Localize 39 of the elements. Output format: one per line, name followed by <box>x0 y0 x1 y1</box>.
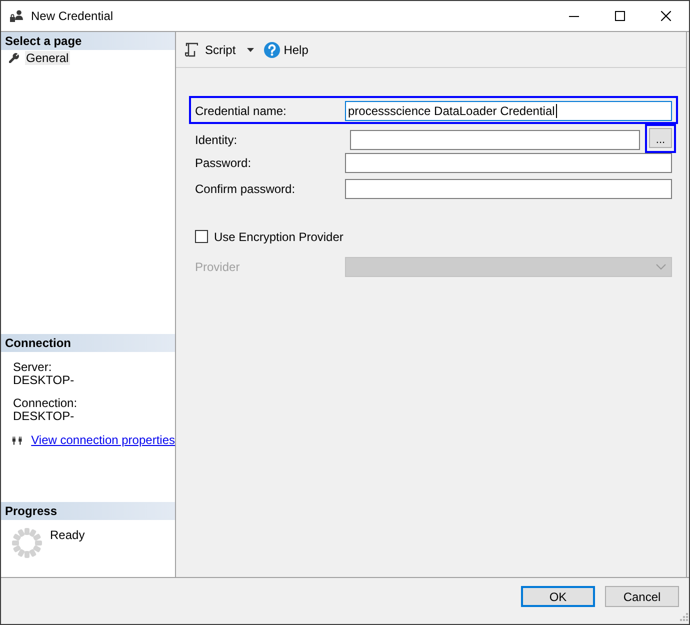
field-label: Identity: <box>195 133 238 147</box>
detail-value: DESKTOP- <box>13 410 74 423</box>
page-item[interactable]: General <box>25 51 70 65</box>
checkbox-label[interactable]: Use Encryption Provider <box>214 230 344 244</box>
text-cursor-icon <box>556 104 557 118</box>
field-label: Confirm password: <box>195 182 296 196</box>
close-icon <box>661 11 671 21</box>
section-heading: Progress <box>1 502 175 520</box>
window-title: New Credential <box>31 9 114 23</box>
caret-icon <box>246 48 254 52</box>
detail-value: DESKTOP- <box>13 374 74 387</box>
help-icon <box>264 42 280 58</box>
progress-status: Ready <box>50 529 85 542</box>
browse-button[interactable]: ... <box>649 128 672 148</box>
text-field[interactable]: processscience DataLoader Credential <box>345 101 672 121</box>
text-field[interactable] <box>345 179 672 199</box>
spinner-icon <box>12 528 42 558</box>
script-button[interactable]: Script <box>183 38 258 60</box>
text-field[interactable] <box>350 130 640 150</box>
help-button[interactable]: Help <box>262 38 310 60</box>
field-label: Credential name: <box>195 104 286 118</box>
dialog-button[interactable]: OK <box>521 586 595 607</box>
maximize-icon <box>615 11 625 21</box>
scroll-icon <box>185 42 198 57</box>
dialog-button[interactable]: Cancel <box>605 586 679 607</box>
field-label: Provider <box>195 260 240 274</box>
wrench-icon <box>9 53 19 63</box>
detail-label: Server: <box>13 361 52 374</box>
connection-properties-link[interactable]: View connection properties <box>31 433 175 447</box>
chevron-icon <box>656 264 666 270</box>
resize-grip-icon <box>680 613 688 621</box>
person-lock-icon <box>10 10 23 22</box>
plug-icon <box>12 434 22 446</box>
text-field[interactable] <box>345 153 672 173</box>
field-label: Password: <box>195 156 252 170</box>
detail-label: Connection: <box>13 397 78 410</box>
section-heading: Select a page <box>1 32 175 50</box>
checkbox[interactable] <box>195 230 208 243</box>
section-heading: Connection <box>1 334 175 352</box>
